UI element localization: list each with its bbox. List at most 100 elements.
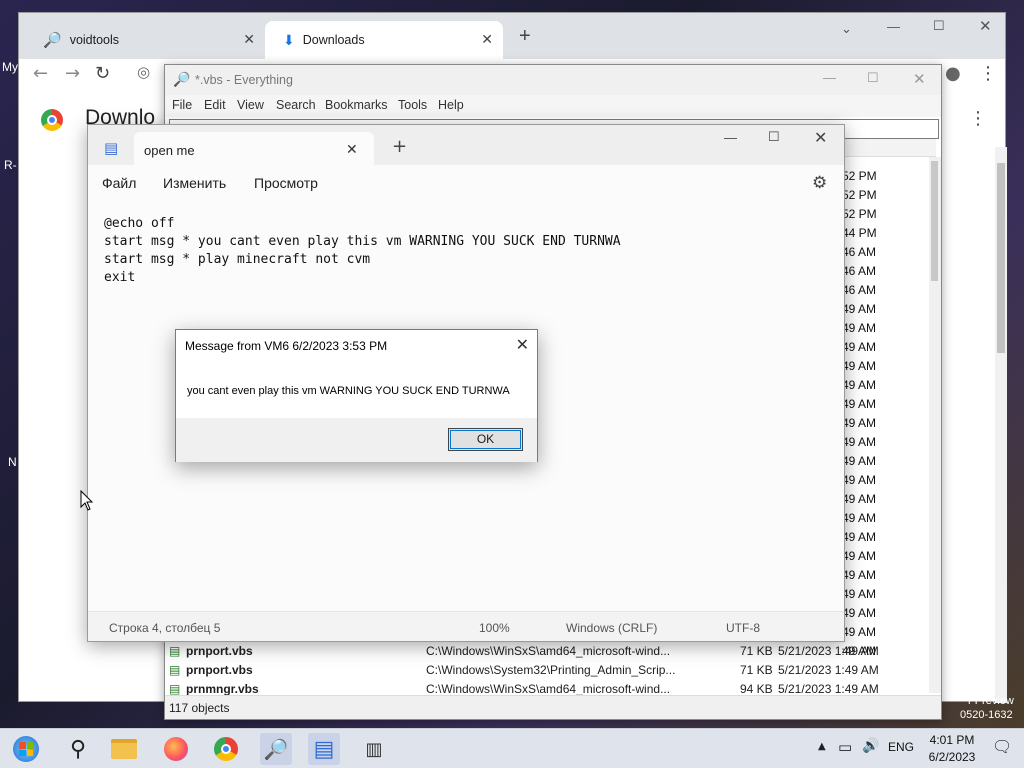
status-bar: 117 objects (165, 695, 941, 719)
close-icon[interactable]: ✕ (481, 31, 493, 48)
file-date: 5/21/2023 1:49 AM (778, 682, 879, 696)
date-cell: 49 AM (842, 549, 877, 563)
date-cell: 49 AM (842, 359, 877, 373)
date-cell: 49 AM (842, 340, 877, 354)
line-ending: Windows (CRLF) (566, 621, 658, 635)
encoding: UTF-8 (726, 621, 760, 635)
desktop-icon-label[interactable]: N (8, 455, 17, 469)
settings-icon[interactable]: ⚙ (812, 173, 827, 193)
everything-icon: 🔎 (43, 32, 62, 49)
notepad-icon[interactable]: ▤ (308, 733, 340, 765)
new-tab-button[interactable]: + (519, 25, 531, 48)
date-cell: 52 PM (842, 169, 877, 183)
reload-icon[interactable]: ↻ (95, 63, 110, 84)
taskbar: ⚲ 🔎 ▤ ▥ ▲ ▭ 🔊 ENG 4:01 PM 6/2/2023 🗨 (0, 728, 1024, 768)
maximize-button[interactable]: ☐ (768, 129, 780, 145)
firefox-icon[interactable] (160, 733, 192, 765)
file-size: 71 KB (740, 663, 773, 677)
minimize-button[interactable]: — (823, 70, 836, 85)
menu-search[interactable]: Search (276, 98, 316, 112)
date-cell: 46 AM (842, 283, 877, 297)
tab-search-icon[interactable]: ⌄ (841, 21, 852, 37)
menu-file[interactable]: Файл (102, 175, 136, 191)
start-icon[interactable] (10, 733, 42, 765)
script-file-icon: ▤ (169, 663, 181, 677)
mouse-cursor-icon (80, 490, 94, 511)
menu-icon[interactable]: ⋮ (979, 63, 997, 84)
chrome-icon[interactable] (210, 733, 242, 765)
file-path: C:\Windows\WinSxS\amd64_microsoft-wind..… (426, 682, 671, 696)
language-indicator[interactable]: ENG (888, 740, 914, 754)
file-size: 94 KB (740, 682, 773, 696)
tab-title: Downloads (302, 33, 365, 47)
menu-view[interactable]: View (237, 98, 264, 112)
chrome-tab-voidtools[interactable]: 🔎 voidtools ✕ (25, 21, 265, 59)
script-file-icon: ▤ (169, 682, 181, 696)
close-icon[interactable]: ✕ (346, 141, 358, 158)
close-button[interactable]: ✕ (814, 128, 827, 148)
table-row[interactable]: ▤ prnport.vbs C:\Windows\System32\Printi… (165, 661, 941, 680)
close-icon[interactable]: ✕ (243, 31, 255, 48)
watermark-text: 0520-1632 (960, 709, 1013, 721)
desktop-icon-label[interactable]: My (2, 60, 18, 74)
script-file-icon: ▤ (169, 644, 181, 658)
tab-title: voidtools (69, 33, 120, 47)
maximize-button[interactable]: ☐ (933, 18, 945, 34)
menu-view[interactable]: Просмотр (254, 175, 318, 191)
site-info-icon[interactable]: ◎ (137, 63, 150, 81)
minimize-button[interactable]: — (724, 130, 737, 145)
text-editor[interactable]: @echo off start msg * you cant even play… (104, 215, 621, 287)
scrollbar[interactable] (929, 157, 941, 693)
menu-tools[interactable]: Tools (398, 98, 427, 112)
file-explorer-icon[interactable] (108, 733, 140, 765)
minimize-button[interactable]: — (887, 19, 900, 34)
notepad-tab[interactable]: open me ✕ (134, 132, 374, 165)
date-cell: 49 AM (842, 378, 877, 392)
volume-icon[interactable]: 🔊 (862, 738, 879, 754)
app-window-icon[interactable]: ▥ (358, 733, 390, 765)
tab-title: open me (144, 143, 195, 158)
table-row[interactable]: ▤ prnport.vbs C:\Windows\WinSxS\amd64_mi… (165, 642, 941, 661)
date-cell: 49 AM (842, 416, 877, 430)
date-cell: 46 AM (842, 245, 877, 259)
menu-help[interactable]: Help (438, 98, 464, 112)
date-cell: 49 AM (842, 454, 877, 468)
search-icon[interactable]: ⚲ (62, 733, 94, 765)
menu-edit[interactable]: Edit (204, 98, 226, 112)
desktop-icon-label[interactable]: R- (4, 158, 17, 172)
back-icon[interactable]: ← (33, 63, 48, 84)
clock-time: 4:01 PM (929, 733, 975, 747)
new-tab-button[interactable]: + (392, 136, 407, 157)
scrollbar[interactable] (995, 147, 1007, 703)
show-hidden-icons-icon[interactable]: ▲ (818, 741, 826, 752)
download-icon: ⬇ (283, 31, 295, 48)
everything-title-bar: 🔎 *.vbs - Everything — ☐ ✕ (165, 65, 941, 95)
column-header-date[interactable] (844, 139, 936, 157)
close-button[interactable]: ✕ (913, 70, 926, 88)
close-button[interactable]: ✕ (516, 335, 529, 354)
close-button[interactable]: ✕ (979, 17, 992, 35)
dialog-footer: OK (176, 418, 537, 462)
maximize-button[interactable]: ☐ (867, 70, 879, 86)
profile-icon[interactable]: ● (945, 63, 961, 84)
date-cell: 49 AM (842, 473, 877, 487)
network-icon[interactable]: ▭ (838, 738, 852, 756)
menu-bookmarks[interactable]: Bookmarks (325, 98, 388, 112)
chrome-tab-downloads[interactable]: ⬇ Downloads ✕ (265, 21, 503, 59)
date-cell: 49 AM (842, 492, 877, 506)
clock-date: 6/2/2023 (928, 750, 976, 764)
menu-edit[interactable]: Изменить (163, 175, 226, 191)
clock[interactable]: 4:01 PM 6/2/2023 (920, 732, 984, 766)
forward-icon[interactable]: → (65, 63, 80, 84)
more-icon[interactable]: ⋮ (969, 108, 987, 129)
notifications-icon[interactable]: 🗨 (992, 737, 1012, 756)
date-cell: 44 PM (842, 226, 877, 240)
date-cell: 46 AM (842, 264, 877, 278)
date-cell: 52 PM (842, 207, 877, 221)
date-cell: 49 AM (842, 606, 877, 620)
menu-file[interactable]: File (172, 98, 192, 112)
everything-icon[interactable]: 🔎 (260, 733, 292, 765)
notepad-icon: ▤ (104, 139, 119, 157)
ok-button[interactable]: OK (448, 428, 523, 451)
file-size: 71 KB (740, 644, 773, 658)
